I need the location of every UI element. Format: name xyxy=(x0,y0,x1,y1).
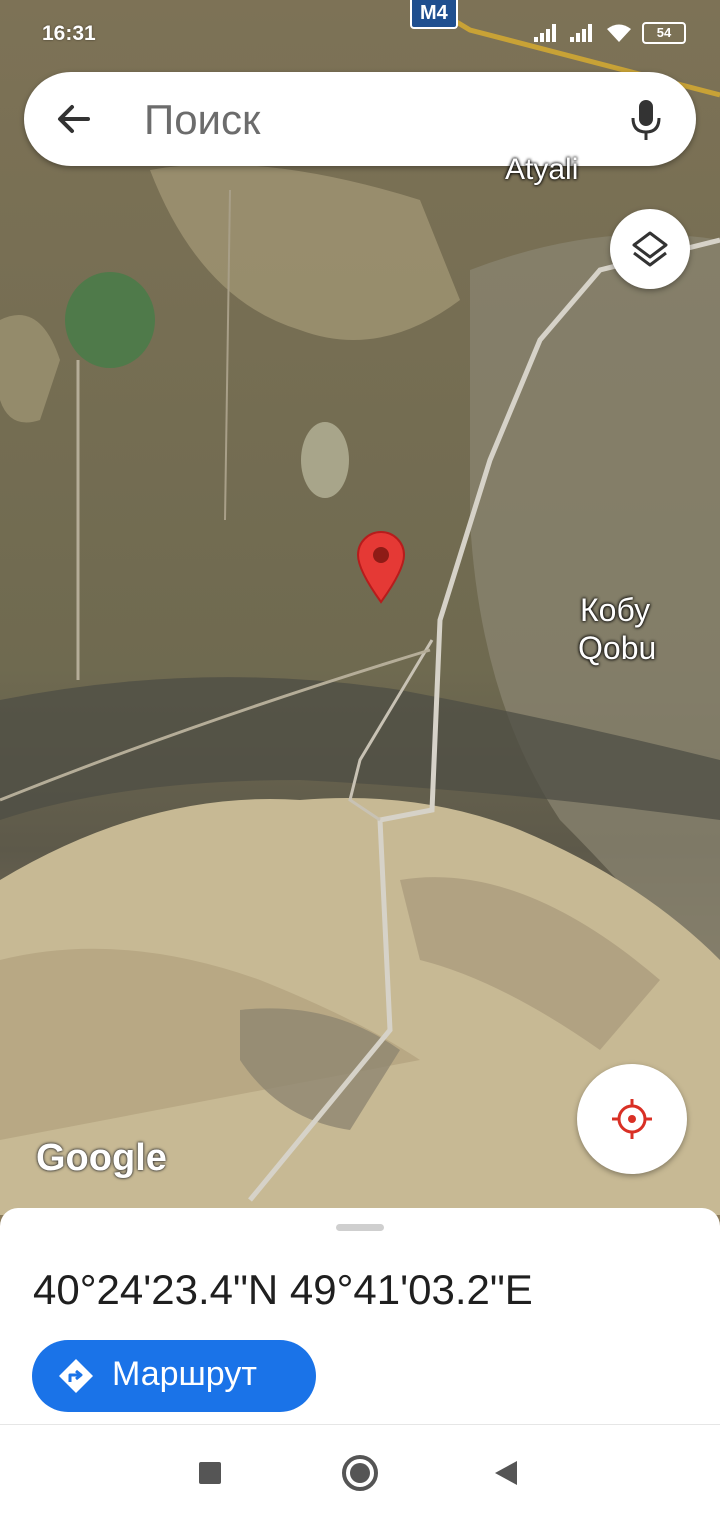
location-pin-icon[interactable] xyxy=(354,530,408,604)
layers-button[interactable] xyxy=(610,209,690,289)
back-arrow-icon[interactable] xyxy=(54,99,94,139)
crosshair-icon xyxy=(612,1099,652,1139)
sheet-drag-handle[interactable] xyxy=(336,1224,384,1231)
map-label-city-az: Qobu xyxy=(578,630,657,666)
layers-icon xyxy=(632,231,668,267)
google-logo: Google xyxy=(36,1137,167,1179)
coordinates-title: 40°24'23.4"N 49°41'03.2"E xyxy=(33,1266,533,1313)
microphone-icon[interactable] xyxy=(626,98,666,142)
status-icons: 54 xyxy=(534,22,686,44)
my-location-button[interactable] xyxy=(577,1064,687,1174)
route-button[interactable]: Маршрут xyxy=(32,1340,316,1412)
battery-icon: 54 xyxy=(642,22,686,44)
search-input[interactable]: Поиск xyxy=(144,96,260,144)
search-bar[interactable]: Поиск xyxy=(24,72,696,166)
signal-icon xyxy=(534,24,560,42)
system-navigation-bar xyxy=(0,1424,720,1521)
place-bottom-sheet[interactable]: 40°24'23.4"N 49°41'03.2"E Маршрут xyxy=(0,1208,720,1424)
wifi-icon xyxy=(607,24,631,42)
directions-icon xyxy=(59,1359,93,1393)
signal-icon xyxy=(570,24,596,42)
back-button[interactable] xyxy=(495,1461,517,1485)
status-bar: 16:31 54 xyxy=(0,0,720,70)
route-button-label: Маршрут xyxy=(112,1355,257,1393)
map-label-atyali: Atyali xyxy=(505,153,579,186)
map-label-city-ru: Кобу xyxy=(580,592,651,628)
recents-button[interactable] xyxy=(199,1462,221,1484)
status-time: 16:31 xyxy=(42,22,96,45)
home-button[interactable] xyxy=(342,1455,378,1491)
